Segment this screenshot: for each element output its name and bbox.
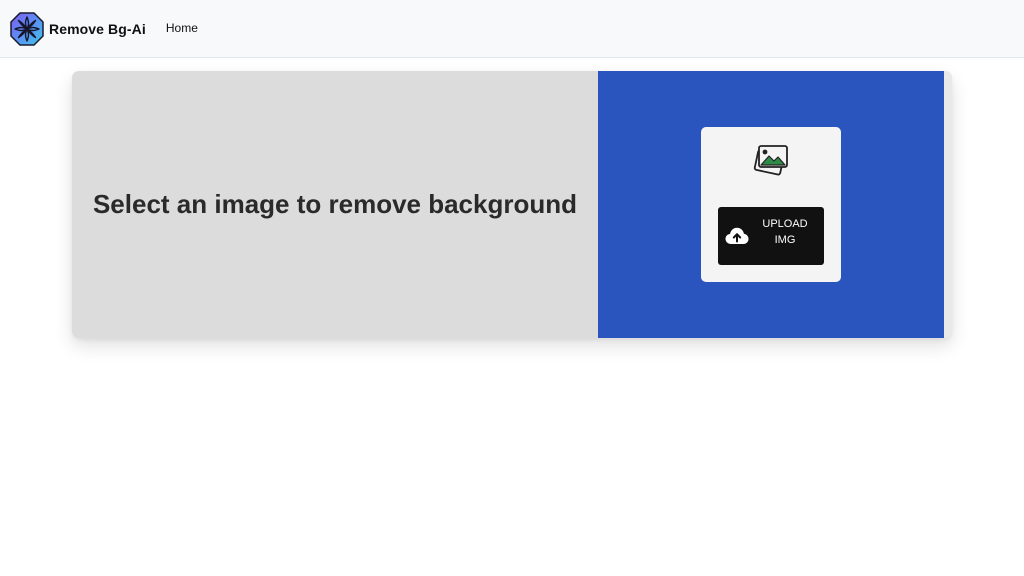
navbar: Remove Bg-Ai Home (0, 0, 1024, 58)
hero-card: Select an image to remove background UPL… (72, 71, 952, 338)
upload-dropzone[interactable]: UPLOAD IMG (701, 127, 841, 282)
upload-button-label: UPLOAD IMG (762, 218, 808, 246)
upload-button[interactable]: UPLOAD IMG (718, 207, 824, 265)
hero-headline: Select an image to remove background (92, 189, 578, 219)
nav-link-home[interactable]: Home (166, 21, 198, 35)
card-edge-divider (944, 71, 952, 338)
brand-name: Remove Bg-Ai (49, 20, 146, 37)
brand-link[interactable]: Remove Bg-Ai (10, 11, 146, 46)
cloud-upload-icon (725, 227, 749, 244)
images-icon (753, 145, 788, 176)
upload-panel: UPLOAD IMG (598, 71, 944, 338)
brand-logo-icon (10, 11, 44, 46)
hero-text-panel: Select an image to remove background (72, 71, 598, 338)
